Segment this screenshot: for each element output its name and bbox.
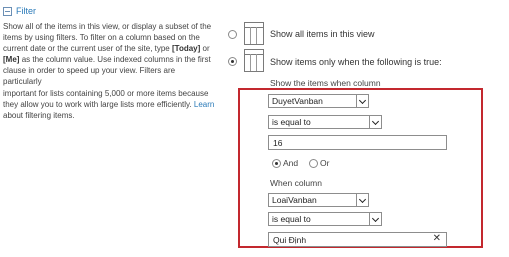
operator2-select[interactable]: is equal to [268, 212, 382, 226]
today-token: [Today] [172, 44, 201, 54]
radio-show-filtered[interactable] [228, 57, 237, 66]
value1-input[interactable]: 16 [268, 135, 447, 150]
chevron-down-icon[interactable] [356, 95, 368, 107]
or-label[interactable]: Or [320, 158, 329, 168]
criteria-heading: Show the items when column [270, 78, 381, 88]
me-token: [Me] [3, 55, 20, 65]
operator1-select[interactable]: is equal to [268, 115, 382, 129]
and-label[interactable]: And [283, 158, 298, 168]
show-all-label[interactable]: Show all items in this view [270, 29, 375, 39]
show-filtered-label[interactable]: Show items only when the following is tr… [270, 57, 442, 67]
chevron-down-icon[interactable] [369, 116, 381, 128]
radio-show-all[interactable] [228, 30, 237, 39]
collapse-icon[interactable] [3, 6, 12, 16]
list-icon [244, 22, 264, 45]
when-column-label: When column [270, 178, 322, 188]
learn-link[interactable]: Learn [194, 100, 214, 109]
clear-icon[interactable]: ✕ [433, 233, 441, 244]
chevron-down-icon[interactable] [369, 213, 381, 225]
filter-section-header[interactable]: Filter [3, 6, 36, 16]
value2-input[interactable]: Qui Định ✕ [268, 232, 447, 247]
radio-and[interactable] [272, 159, 281, 168]
chevron-down-icon[interactable] [356, 194, 368, 206]
radio-or[interactable] [309, 159, 318, 168]
column2-select[interactable]: LoaiVanban [268, 193, 369, 207]
filter-description: Show all of the items in this view, or d… [3, 22, 215, 120]
filtered-list-icon [244, 49, 264, 72]
column1-select[interactable]: DuyetVanban [268, 94, 369, 108]
filter-section-title: Filter [16, 6, 36, 16]
